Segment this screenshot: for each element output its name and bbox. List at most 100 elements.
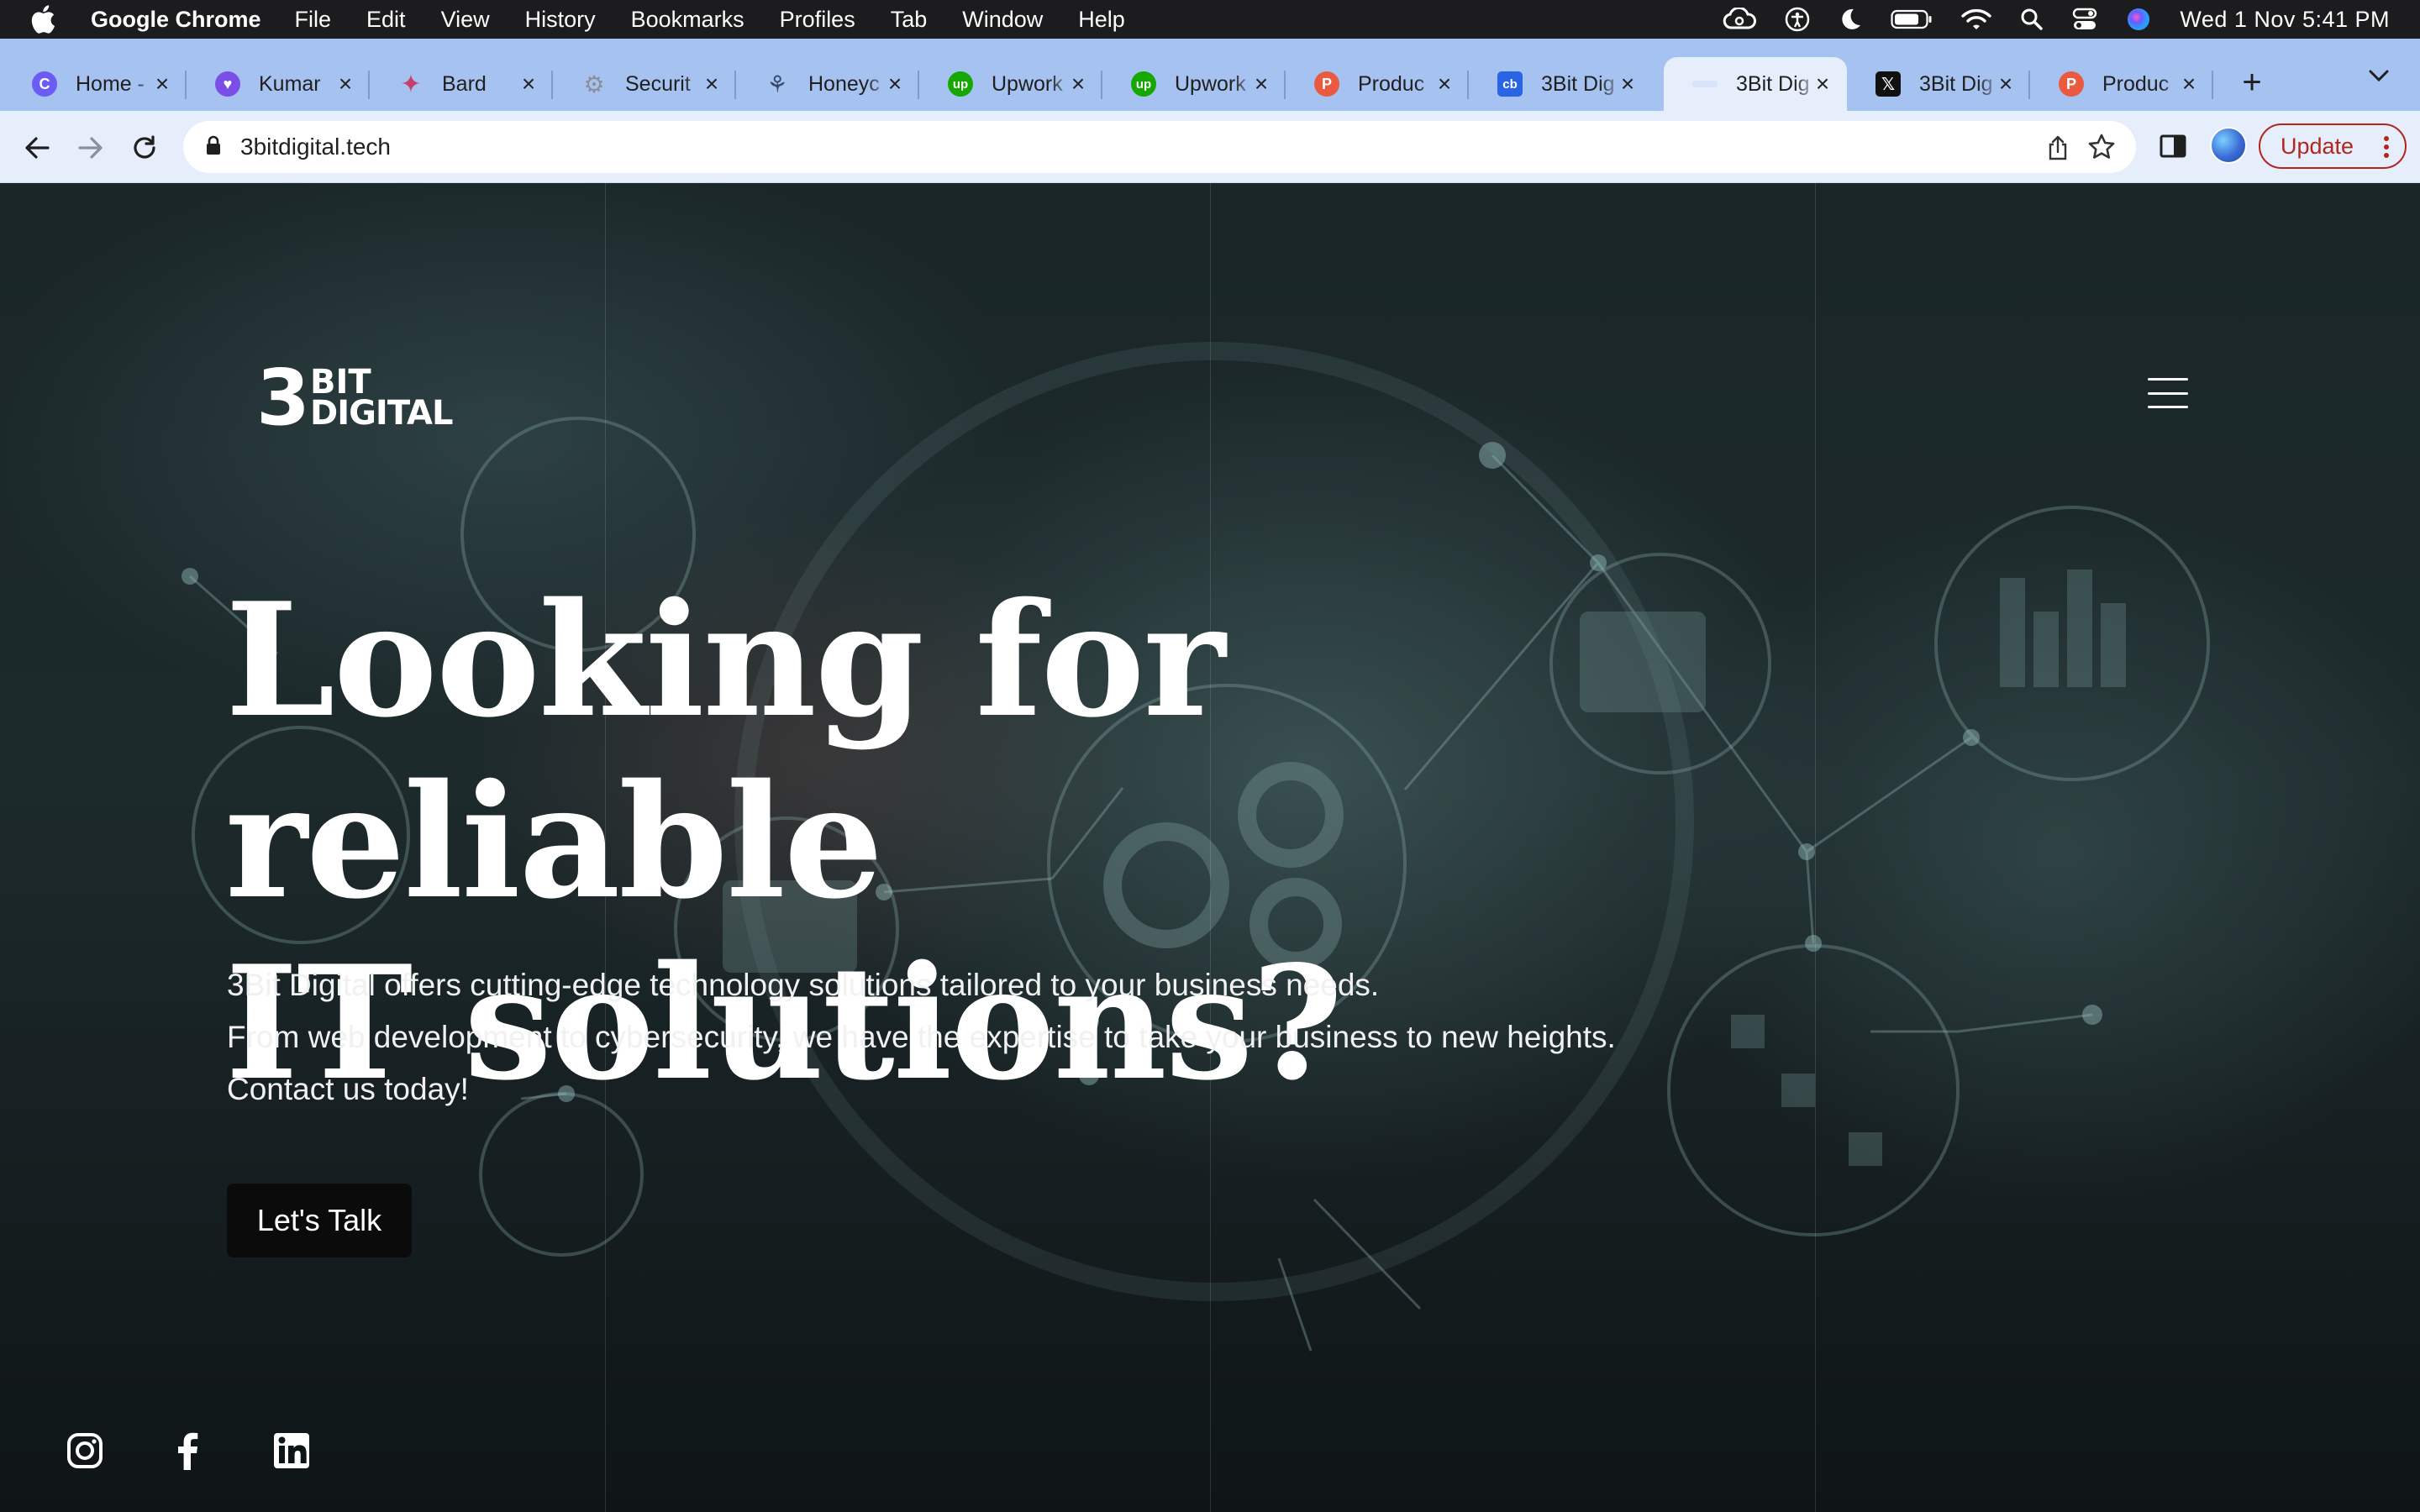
tab-home[interactable]: C Home - × [3,57,187,111]
menu-view[interactable]: View [441,7,490,33]
close-tab-icon[interactable]: × [882,71,908,97]
hamburger-menu-icon[interactable] [2148,378,2188,408]
tab-title: Home - [76,71,145,96]
hero-headline-line1: Looking for reliable [225,568,1226,933]
tab-separator [2212,71,2213,99]
search-icon[interactable] [2020,8,2044,31]
close-tab-icon[interactable]: × [1993,71,2018,97]
logo-wordmark: BIT DIGITAL [310,365,453,433]
site-logo[interactable]: 3 BIT DIGITAL [256,360,453,437]
tab-3bit-x[interactable]: 𝕏 3Bit Dig × [1847,57,2030,111]
tab-product-hunt-2[interactable]: P Produc × [2030,57,2213,111]
tab-title: Produc [2102,71,2170,96]
tab-favicon: ♥ [215,71,240,97]
x-logo-icon: 𝕏 [1876,71,1901,97]
close-tab-icon[interactable]: × [1432,71,1457,97]
reload-icon[interactable] [126,129,163,166]
menu-file[interactable]: File [295,7,332,33]
menu-help[interactable]: Help [1078,7,1125,33]
tab-security[interactable]: ⚙ Securit × [553,57,736,111]
logo-line2: DIGITAL [310,394,453,433]
side-panel-icon[interactable] [2160,134,2186,163]
update-button[interactable]: Update [2259,123,2407,169]
tab-title: Upwork [1175,71,1246,96]
profile-avatar[interactable] [2210,127,2247,164]
close-tab-icon[interactable]: × [1249,71,1274,97]
tab-3bit-active[interactable]: 3Bit Dig × [1664,57,1847,111]
close-tab-icon[interactable]: × [516,71,541,97]
intro-line: 3Bit Digital offers cutting-edge technol… [227,968,1380,1002]
share-icon[interactable] [2047,134,2069,165]
lets-talk-button[interactable]: Let's Talk [227,1184,412,1257]
accessibility-icon[interactable] [1785,7,1810,32]
tab-title: Securit [625,71,691,96]
tab-title: Bard [442,71,487,96]
close-tab-icon[interactable]: × [2176,71,2202,97]
close-tab-icon[interactable]: × [1065,71,1091,97]
product-hunt-icon: P [1314,71,1339,97]
tab-favicon: C [32,71,57,97]
tab-upwork-1[interactable]: up Upwork × [919,57,1102,111]
tab-favicon: ⚘ [766,71,788,97]
menu-profiles[interactable]: Profiles [780,7,855,33]
site-favicon-icon [1692,81,1718,87]
tab-bard[interactable]: ✦ Bard × [370,57,553,111]
bard-sparkle-icon: ✦ [400,70,422,98]
more-menu-icon[interactable] [2383,135,2390,165]
tab-3bit-crunchbase[interactable]: cb 3Bit Dig × [1469,57,1652,111]
lock-icon[interactable] [205,135,222,160]
control-center-icon[interactable] [2072,7,2097,32]
apple-menu-icon[interactable] [30,5,69,34]
app-name-menu[interactable]: Google Chrome [91,7,261,33]
address-bar[interactable]: 3bitdigital.tech [183,121,2136,173]
hamburger-bar [2148,391,2188,395]
linkedin-icon[interactable] [271,1430,313,1472]
upwork-icon: up [1131,71,1156,97]
tab-title: Produc [1358,71,1425,96]
close-tab-icon[interactable]: × [699,71,724,97]
menu-bar-clock[interactable]: Wed 1 Nov 5:41 PM [2180,7,2390,33]
url-text[interactable]: 3bitdigital.tech [240,134,391,160]
tab-honeycomb[interactable]: ⚘ Honeyc × [736,57,919,111]
macos-menu-bar: Google Chrome File Edit View History Boo… [0,0,2420,39]
intro-line: Contact us today! [227,1072,469,1106]
tab-title: 3Bit Dig [1541,71,1615,96]
intro-line: From web development to cybersecurity, w… [227,1020,1616,1054]
menu-tab[interactable]: Tab [891,7,928,33]
new-tab-plus-icon[interactable]: + [2235,64,2269,102]
tab-upwork-2[interactable]: up Upwork × [1102,57,1286,111]
hero-intro-text: 3Bit Digital offers cutting-edge technol… [227,959,1739,1116]
moon-icon[interactable] [1839,7,1862,32]
forward-arrow-icon[interactable] [72,129,109,166]
menu-history[interactable]: History [525,7,596,33]
browser-toolbar: 3bitdigital.tech Update [0,111,2420,183]
menu-window[interactable]: Window [962,7,1043,33]
tab-kumar[interactable]: ♥ Kumar × [187,57,370,111]
menu-bar-extras: Wed 1 Nov 5:41 PM [1723,0,2390,39]
tab-title: Honeyc [808,71,880,96]
tab-title: 3Bit Dig [1919,71,1993,96]
crunchbase-icon: cb [1497,71,1523,97]
upwork-icon: up [948,71,973,97]
update-button-label: Update [2281,133,2354,159]
close-tab-icon[interactable]: × [1615,71,1640,97]
tab-product-hunt-1[interactable]: P Produc × [1286,57,1469,111]
tab-title: Kumar [259,71,321,96]
menu-bookmarks[interactable]: Bookmarks [631,7,744,33]
close-tab-icon[interactable]: × [1810,71,1835,97]
close-tab-icon[interactable]: × [150,71,175,97]
creative-cloud-icon[interactable] [1723,8,1757,31]
facebook-icon[interactable] [166,1430,208,1472]
siri-icon[interactable] [2126,7,2151,32]
tab-search-chevron-down-icon[interactable] [2368,69,2390,87]
back-arrow-icon[interactable] [18,129,55,166]
battery-icon[interactable] [1891,8,1933,30]
instagram-icon[interactable] [64,1430,106,1472]
menu-edit[interactable]: Edit [366,7,406,33]
product-hunt-icon: P [2059,71,2084,97]
bookmark-star-icon[interactable] [2087,133,2116,165]
hamburger-bar [2148,406,2188,408]
hamburger-bar [2148,378,2188,381]
wifi-icon[interactable] [1961,8,1992,31]
close-tab-icon[interactable]: × [333,71,358,97]
